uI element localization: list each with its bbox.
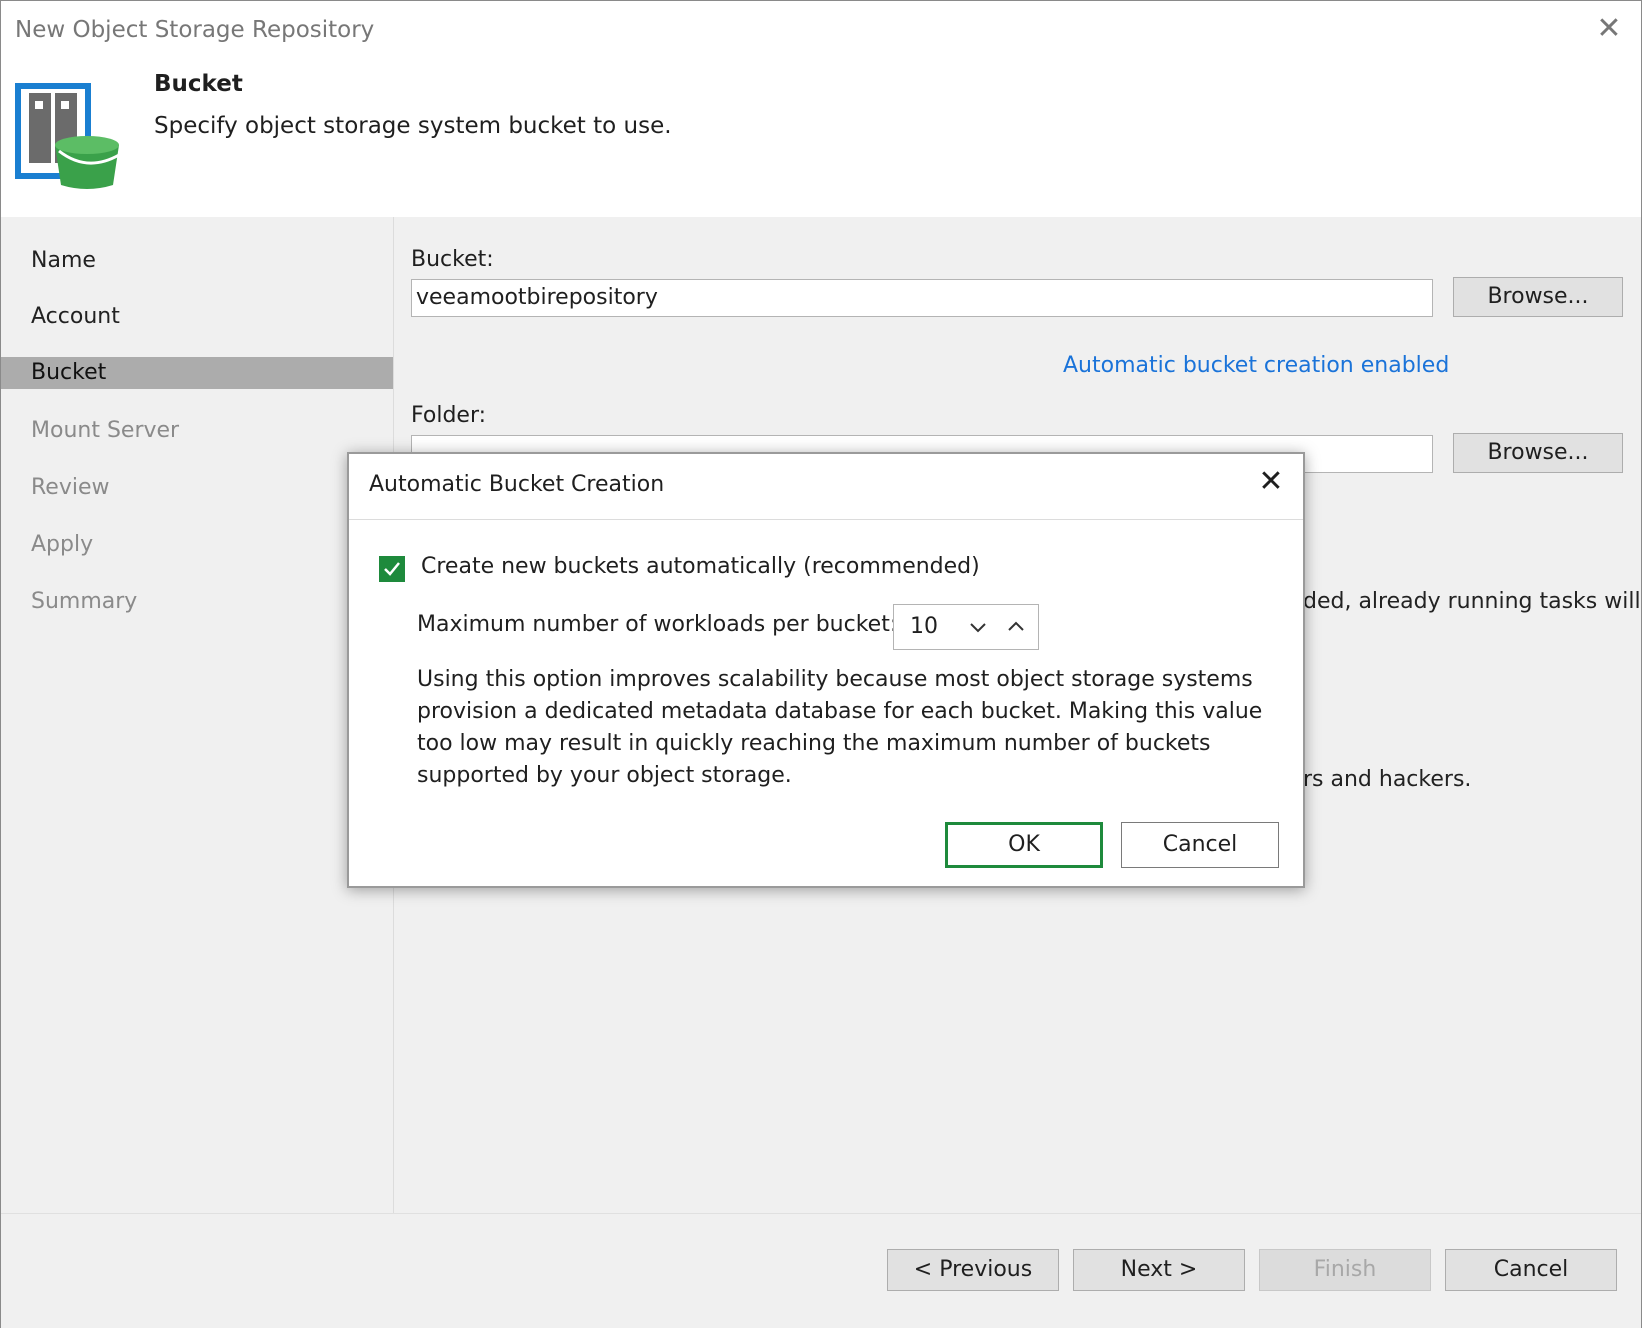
max-workloads-label: Maximum number of workloads per bucket: — [417, 612, 898, 637]
close-icon[interactable]: ✕ — [1591, 11, 1627, 47]
nav-item-apply: Apply — [31, 532, 94, 557]
partial-text-hackers: rs and hackers. — [1303, 767, 1472, 792]
dialog-close-icon[interactable]: ✕ — [1253, 464, 1289, 500]
previous-button[interactable]: < Previous — [887, 1249, 1059, 1291]
create-buckets-label[interactable]: Create new buckets automatically (recomm… — [421, 554, 980, 579]
wizard-footer: < Previous Next > Finish Cancel — [1, 1213, 1641, 1328]
max-workloads-stepper[interactable]: 10 — [893, 604, 1039, 650]
dialog-cancel-button[interactable]: Cancel — [1121, 822, 1279, 868]
max-workloads-value[interactable]: 10 — [910, 605, 938, 649]
chevron-down-icon[interactable] — [966, 615, 990, 639]
chevron-up-icon[interactable] — [1004, 615, 1028, 639]
ok-button[interactable]: OK — [945, 822, 1103, 868]
dialog-description: Using this option improves scalability b… — [417, 667, 1263, 788]
folder-label: Folder: — [411, 403, 487, 428]
nav-item-bucket[interactable]: Bucket — [1, 357, 393, 389]
next-button[interactable]: Next > — [1073, 1249, 1245, 1291]
wizard-steps-nav: Name Account Bucket Mount Server Review … — [1, 217, 394, 1213]
dialog-divider — [349, 519, 1303, 520]
nav-item-account[interactable]: Account — [1, 301, 393, 333]
nav-item-mount-server: Mount Server — [31, 418, 180, 443]
window-title: New Object Storage Repository — [15, 17, 375, 43]
create-buckets-checkbox[interactable] — [379, 556, 405, 582]
finish-button: Finish — [1259, 1249, 1431, 1291]
folder-browse-button[interactable]: Browse... — [1453, 433, 1623, 473]
bucket-browse-button[interactable]: Browse... — [1453, 277, 1623, 317]
nav-item-name[interactable]: Name — [1, 245, 393, 277]
object-storage-bucket-icon — [15, 81, 127, 193]
step-subtitle: Specify object storage system bucket to … — [154, 113, 672, 139]
nav-item-review: Review — [31, 475, 110, 500]
checkmark-icon — [384, 562, 400, 576]
step-title: Bucket — [154, 71, 243, 97]
auto-bucket-creation-link[interactable]: Automatic bucket creation enabled — [1063, 353, 1449, 378]
wizard-cancel-button[interactable]: Cancel — [1445, 1249, 1617, 1291]
partial-text-tasks: ded, already running tasks will — [1303, 589, 1641, 614]
bucket-label: Bucket: — [411, 247, 494, 272]
automatic-bucket-creation-dialog: Automatic Bucket Creation ✕ Create new b… — [347, 452, 1305, 888]
bucket-input[interactable]: veeamootbirepository — [411, 279, 1433, 317]
wizard-window: New Object Storage Repository ✕ Bucket S… — [0, 0, 1642, 1328]
nav-item-summary: Summary — [31, 589, 138, 614]
dialog-title: Automatic Bucket Creation — [369, 472, 665, 497]
